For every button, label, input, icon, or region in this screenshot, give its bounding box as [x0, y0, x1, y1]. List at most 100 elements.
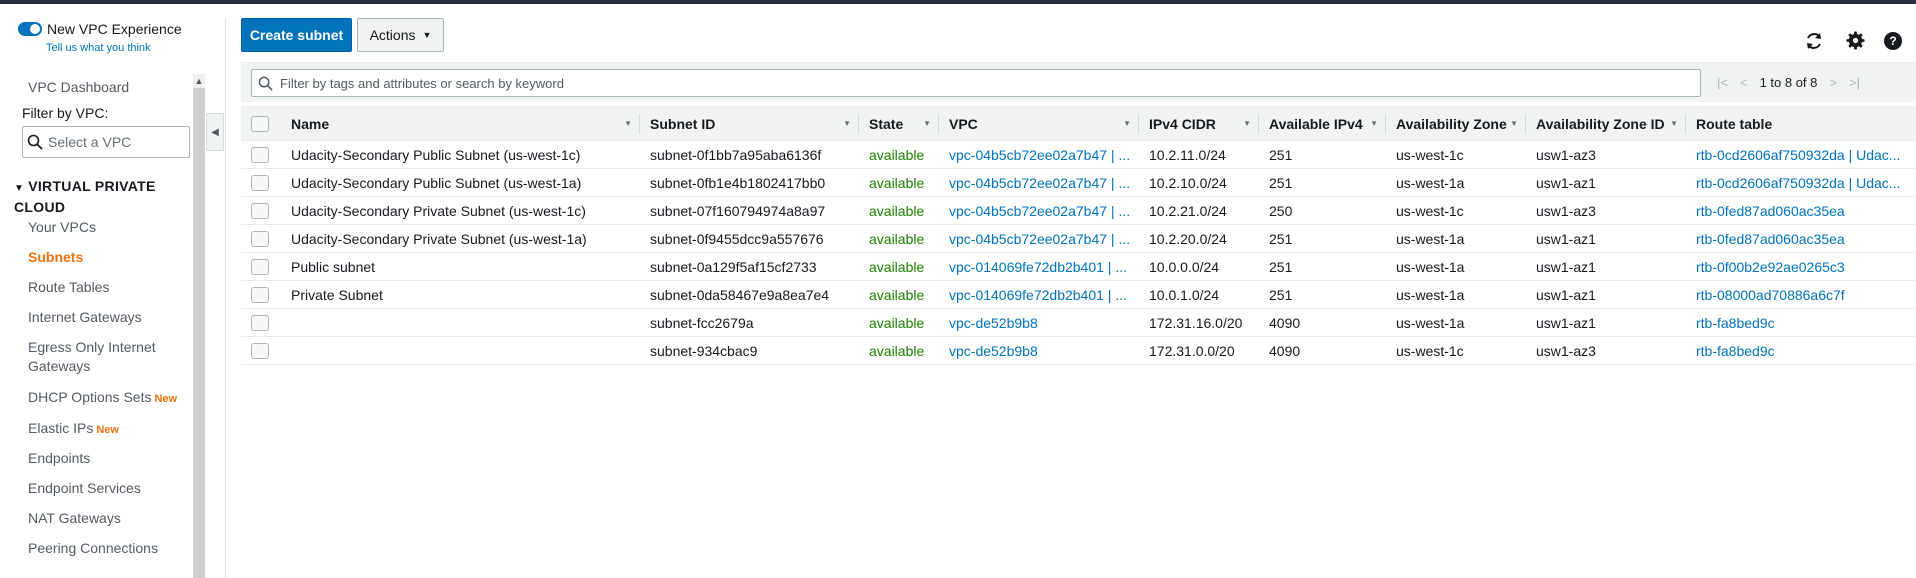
column-header-available-ipv4[interactable]: Available IPv4 ▼ [1259, 106, 1386, 141]
cell-name: Udacity-Secondary Private Subnet (us-wes… [281, 224, 640, 253]
cell-vpc[interactable]: vpc-de52b9b8 [939, 336, 1139, 365]
row-checkbox[interactable] [251, 287, 269, 304]
table-row[interactable]: Udacity-Secondary Public Subnet (us-west… [241, 168, 1916, 197]
cell-ipv4-cidr: 10.2.10.0/24 [1139, 168, 1259, 197]
create-subnet-button[interactable]: Create subnet [241, 18, 352, 52]
row-checkbox[interactable] [251, 175, 269, 192]
column-header-route-table[interactable]: Route table [1686, 106, 1916, 141]
column-header-availability-zone-id[interactable]: Availability Zone ID ▼ [1526, 106, 1686, 141]
table-row[interactable]: Udacity-Secondary Private Subnet (us-wes… [241, 224, 1916, 253]
vpc-filter-select[interactable]: Select a VPC [22, 126, 190, 158]
cell-availability-zone: us-west-1c [1386, 336, 1526, 365]
refresh-icon[interactable] [1804, 31, 1824, 51]
sidebar-item-nat-gateways[interactable]: NAT Gateways [28, 510, 121, 526]
row-checkbox[interactable] [251, 203, 269, 220]
scroll-up-arrow-icon[interactable]: ▲ [193, 74, 205, 88]
table-row[interactable]: Udacity-Secondary Private Subnet (us-wes… [241, 196, 1916, 225]
table-header-row: Name ▼ Subnet ID ▼ State ▼ VPC ▼ IPv4 CIDR ▼ … [241, 106, 1916, 141]
previous-page-icon[interactable]: < [1740, 75, 1748, 90]
cell-name [281, 308, 640, 337]
row-select-cell[interactable] [241, 224, 281, 253]
last-page-icon[interactable]: >| [1849, 75, 1860, 90]
cell-name [281, 336, 640, 365]
cell-route-table[interactable]: rtb-0cd2606af750932da | Udac... [1686, 140, 1916, 169]
cell-availability-zone-id: usw1-az1 [1526, 168, 1686, 197]
cell-route-table[interactable]: rtb-fa8bed9c [1686, 336, 1916, 365]
cell-subnet-id: subnet-0fb1e4b1802417bb0 [640, 168, 859, 197]
cell-vpc[interactable]: vpc-04b5cb72ee02a7b47 | ... [939, 168, 1139, 197]
actions-dropdown-button[interactable]: Actions ▼ [357, 18, 444, 52]
cell-state: available [859, 224, 939, 253]
sidebar-item-endpoints[interactable]: Endpoints [28, 450, 90, 466]
row-select-cell[interactable] [241, 252, 281, 281]
sidebar-item-route-tables[interactable]: Route Tables [28, 279, 109, 295]
select-all-cell[interactable] [241, 106, 281, 141]
row-select-cell[interactable] [241, 280, 281, 309]
cell-vpc[interactable]: vpc-014069fe72db2b401 | ... [939, 280, 1139, 309]
select-all-checkbox[interactable] [251, 116, 269, 133]
sidebar-item-endpoint-services[interactable]: Endpoint Services [28, 480, 141, 496]
cell-name: Public subnet [281, 252, 640, 281]
cell-route-table[interactable]: rtb-0cd2606af750932da | Udac... [1686, 168, 1916, 197]
help-icon[interactable]: ? [1884, 32, 1902, 50]
cell-vpc[interactable]: vpc-de52b9b8 [939, 308, 1139, 337]
row-checkbox[interactable] [251, 259, 269, 276]
vpc-select-placeholder: Select a VPC [48, 134, 132, 150]
section-virtual-private-cloud[interactable]: ▼ VIRTUAL PRIVATE CLOUD [14, 177, 156, 216]
sidebar-scrollbar[interactable] [193, 74, 205, 578]
cell-vpc[interactable]: vpc-04b5cb72ee02a7b47 | ... [939, 224, 1139, 253]
cell-vpc[interactable]: vpc-014069fe72db2b401 | ... [939, 252, 1139, 281]
cell-route-table[interactable]: rtb-0f00b2e92ae0265c3 [1686, 252, 1916, 281]
cell-available-ipv4: 251 [1259, 140, 1386, 169]
collapse-sidebar-button[interactable]: ◀ [206, 113, 224, 151]
table-row[interactable]: subnet-fcc2679a available vpc-de52b9b8 172.… [241, 308, 1916, 337]
sidebar-item-elastic-ips[interactable]: Elastic IPs New [28, 420, 119, 436]
table-row[interactable]: Udacity-Secondary Public Subnet (us-west… [241, 140, 1916, 169]
gear-icon[interactable] [1846, 31, 1865, 50]
row-select-cell[interactable] [241, 168, 281, 197]
cell-route-table[interactable]: rtb-08000ad70886a6c7f [1686, 280, 1916, 309]
column-header-subnet-id[interactable]: Subnet ID ▼ [640, 106, 859, 141]
sidebar-item-vpc-dashboard[interactable]: VPC Dashboard [28, 79, 129, 95]
cell-route-table[interactable]: rtb-0fed87ad060ac35ea [1686, 224, 1916, 253]
sidebar-item-egress-only-gateways-line2[interactable]: Gateways [28, 358, 90, 374]
sidebar-item-peering-connections[interactable]: Peering Connections [28, 540, 158, 556]
column-header-ipv4-cidr[interactable]: IPv4 CIDR ▼ [1139, 106, 1259, 141]
cell-route-table[interactable]: rtb-0fed87ad060ac35ea [1686, 196, 1916, 225]
row-select-cell[interactable] [241, 336, 281, 365]
cell-route-table[interactable]: rtb-fa8bed9c [1686, 308, 1916, 337]
feedback-link[interactable]: Tell us what you think [46, 42, 151, 54]
cell-state: available [859, 140, 939, 169]
sidebar-item-dhcp-options[interactable]: DHCP Options Sets New [28, 389, 177, 405]
chevron-down-icon: ▼ [422, 30, 432, 40]
next-page-icon[interactable]: > [1829, 75, 1837, 90]
sidebar-item-internet-gateways[interactable]: Internet Gateways [28, 309, 142, 325]
row-select-cell[interactable] [241, 196, 281, 225]
sidebar-item-your-vpcs[interactable]: Your VPCs [28, 219, 96, 235]
row-checkbox[interactable] [251, 315, 269, 332]
column-header-name[interactable]: Name ▼ [281, 106, 640, 141]
column-header-vpc[interactable]: VPC ▼ [939, 106, 1139, 141]
search-icon [258, 76, 273, 91]
cell-state: available [859, 280, 939, 309]
row-select-cell[interactable] [241, 140, 281, 169]
cell-name: Private Subnet [281, 280, 640, 309]
cell-availability-zone-id: usw1-az1 [1526, 224, 1686, 253]
row-checkbox[interactable] [251, 147, 269, 164]
row-checkbox[interactable] [251, 231, 269, 248]
table-row[interactable]: subnet-934cbac9 available vpc-de52b9b8 172.… [241, 336, 1916, 365]
cell-vpc[interactable]: vpc-04b5cb72ee02a7b47 | ... [939, 196, 1139, 225]
table-row[interactable]: Public subnet subnet-0a129f5af15cf2733 ava… [241, 252, 1916, 281]
toggle-switch[interactable] [18, 22, 42, 36]
row-checkbox[interactable] [251, 343, 269, 360]
first-page-icon[interactable]: |< [1717, 75, 1728, 90]
new-experience-toggle-row[interactable]: New VPC Experience [18, 21, 182, 37]
sidebar-item-subnets[interactable]: Subnets [28, 249, 83, 265]
row-select-cell[interactable] [241, 308, 281, 337]
column-header-state[interactable]: State ▼ [859, 106, 939, 141]
cell-vpc[interactable]: vpc-04b5cb72ee02a7b47 | ... [939, 140, 1139, 169]
column-header-availability-zone[interactable]: Availability Zone ▼ [1386, 106, 1526, 141]
sidebar-item-egress-only-gateways[interactable]: Egress Only Internet [28, 339, 156, 355]
search-input[interactable]: Filter by tags and attributes or search … [251, 69, 1701, 97]
table-row[interactable]: Private Subnet subnet-0da58467e9a8ea7e4 av… [241, 280, 1916, 309]
